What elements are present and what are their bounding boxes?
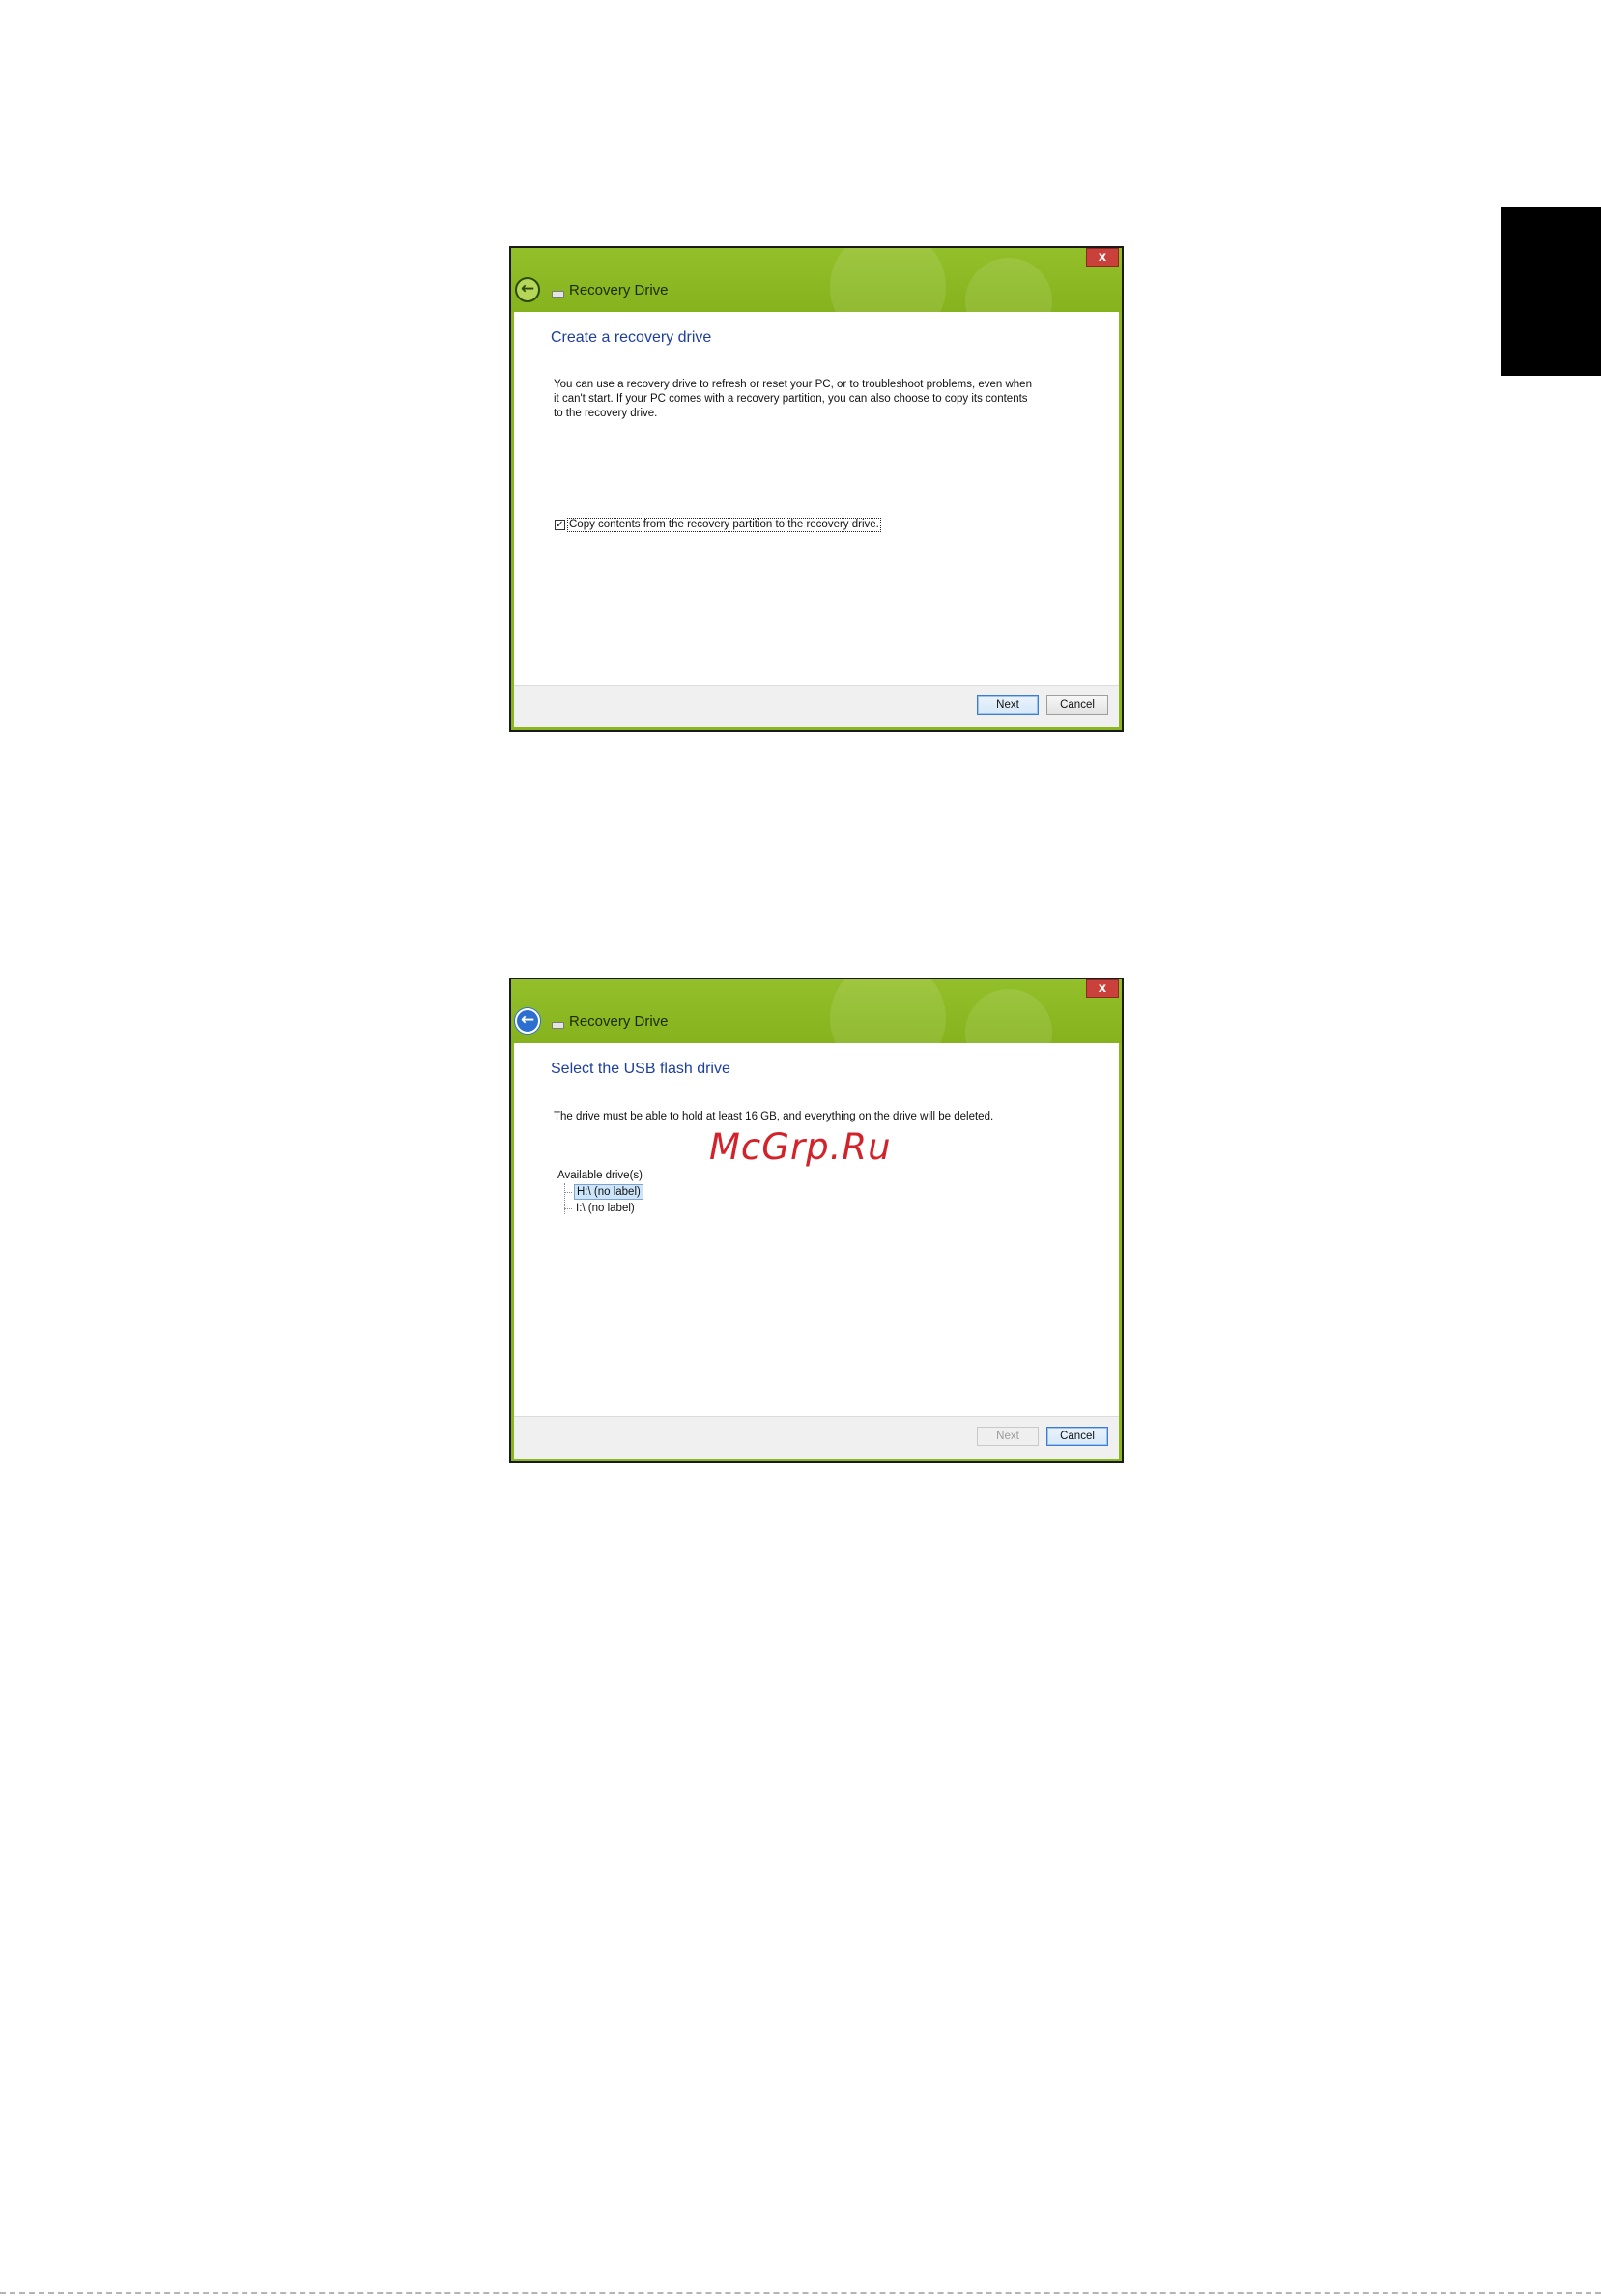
back-button[interactable]: ← <box>515 1008 540 1034</box>
next-button[interactable]: Next <box>977 1427 1039 1446</box>
close-icon: x <box>1098 981 1107 996</box>
titlebar-decoration <box>830 979 946 1043</box>
drive-icon <box>552 291 564 298</box>
drive-list-item[interactable]: I:\ (no label) <box>574 1202 637 1215</box>
copy-partition-option[interactable]: ✓ Copy contents from the recovery partit… <box>555 518 881 532</box>
dialog-content: Create a recovery drive You can use a re… <box>514 312 1119 727</box>
titlebar-decoration <box>965 989 1052 1043</box>
dialog-footer: Next Cancel <box>514 685 1119 727</box>
drive-list-item[interactable]: H:\ (no label) <box>574 1184 643 1200</box>
window-title: Recovery Drive <box>569 282 669 298</box>
close-button[interactable]: x <box>1086 248 1119 267</box>
cancel-button[interactable]: Cancel <box>1046 695 1108 715</box>
tree-connector <box>564 1183 565 1214</box>
page-heading: Select the USB flash drive <box>551 1061 730 1077</box>
page-bottom-rule <box>0 2292 1601 2294</box>
page-heading: Create a recovery drive <box>551 329 712 346</box>
page-edge-tab <box>1501 207 1601 376</box>
description-line: The drive must be able to hold at least … <box>554 1111 994 1122</box>
recovery-drive-dialog-step2: x ← Recovery Drive Select the USB flash … <box>509 978 1124 1463</box>
drive-icon <box>552 1022 564 1029</box>
description-line: You can use a recovery drive to refresh … <box>554 379 1032 390</box>
description-line: to the recovery drive. <box>554 408 658 419</box>
tree-connector <box>564 1192 572 1193</box>
title-bar: x ← Recovery Drive <box>511 979 1122 1043</box>
cancel-button[interactable]: Cancel <box>1046 1427 1108 1446</box>
back-arrow-icon: ← <box>520 279 535 298</box>
description-line: it can't start. If your PC comes with a … <box>554 393 1028 405</box>
titlebar-decoration <box>965 258 1052 312</box>
close-icon: x <box>1098 250 1107 265</box>
recovery-drive-dialog-step1: x ← Recovery Drive Create a recovery dri… <box>509 246 1124 732</box>
window-title: Recovery Drive <box>569 1013 669 1030</box>
back-arrow-icon: ← <box>520 1010 535 1030</box>
close-button[interactable]: x <box>1086 979 1119 998</box>
titlebar-decoration <box>830 248 946 312</box>
tree-connector <box>564 1208 572 1209</box>
next-button[interactable]: Next <box>977 695 1039 715</box>
copy-partition-label[interactable]: Copy contents from the recovery partitio… <box>567 518 881 532</box>
copy-partition-checkbox[interactable]: ✓ <box>555 520 565 530</box>
dialog-content: Select the USB flash drive The drive mus… <box>514 1043 1119 1459</box>
available-drives-label: Available drive(s) <box>557 1170 643 1181</box>
title-bar: x ← Recovery Drive <box>511 248 1122 312</box>
dialog-footer: Next Cancel <box>514 1416 1119 1459</box>
back-button[interactable]: ← <box>515 277 540 302</box>
watermark: McGrp.Ru <box>709 1126 892 1168</box>
